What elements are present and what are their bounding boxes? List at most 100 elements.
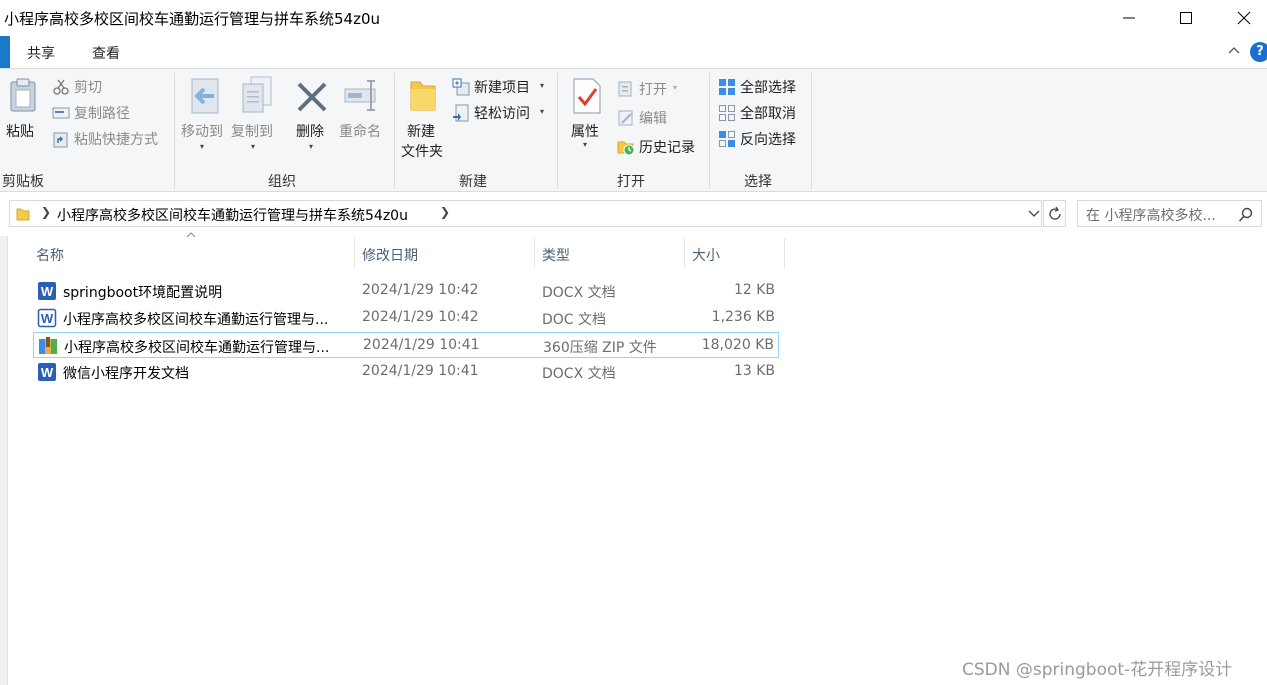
search-icon[interactable]	[1238, 207, 1254, 223]
group-divider	[174, 73, 175, 189]
clipboard-group-label: 剪贴板	[2, 174, 44, 190]
edit-icon	[618, 110, 633, 126]
paste-button[interactable]: 粘贴	[6, 121, 34, 141]
file-size: 1,236 KB	[711, 309, 775, 325]
breadcrumb-chevron-icon[interactable]: ❯	[440, 205, 450, 219]
select-all-label: 全部选择	[740, 80, 796, 96]
file-size: 13 KB	[733, 363, 775, 379]
chevron-down-icon[interactable]	[1028, 207, 1040, 219]
file-type: DOCX 文档	[542, 366, 616, 382]
file-type: DOCX 文档	[542, 285, 616, 301]
svg-text:W: W	[41, 284, 54, 299]
new-item-icon	[452, 78, 470, 96]
file-name: 小程序高校多校区间校车通勤运行管理与...	[63, 312, 329, 328]
select-all-icon	[719, 79, 735, 95]
paste-icon	[10, 78, 36, 112]
folder-icon	[16, 208, 30, 221]
file-row[interactable]: W 小程序高校多校区间校车通勤运行管理与... 2024/1/29 10:42 …	[33, 305, 779, 331]
group-divider	[709, 73, 710, 189]
refresh-icon	[1049, 206, 1061, 220]
file-date: 2024/1/29 10:42	[362, 282, 479, 298]
group-divider	[811, 73, 812, 189]
refresh-button[interactable]	[1043, 200, 1066, 227]
tab-view[interactable]: 查看	[92, 43, 120, 63]
file-date: 2024/1/29 10:41	[363, 337, 480, 353]
svg-text:W: W	[41, 365, 54, 380]
copy-path-label: 复制路径	[74, 106, 130, 122]
new-folder-icon	[410, 81, 436, 111]
copy-to-icon	[242, 76, 272, 113]
easy-access-icon	[453, 104, 469, 122]
history-icon	[617, 141, 635, 156]
new-group-label: 新建	[459, 174, 487, 190]
window-title: 小程序高校多校区间校车通勤运行管理与拼车系统54z0u	[4, 10, 381, 28]
svg-text:W: W	[41, 311, 54, 326]
breadcrumb-chevron-icon[interactable]: ❯	[41, 205, 51, 219]
select-group-label: 选择	[744, 174, 772, 190]
zip-archive-icon	[39, 337, 57, 354]
close-icon	[1237, 11, 1251, 25]
new-folder-button[interactable]: 新建	[407, 121, 435, 141]
rename-icon	[344, 80, 376, 111]
word-docx-icon: W	[38, 282, 56, 300]
new-folder-label-line2: 文件夹	[401, 144, 443, 160]
file-name: springboot环境配置说明	[63, 285, 223, 301]
sort-ascending-icon	[186, 232, 196, 238]
navigation-pane[interactable]	[0, 236, 8, 685]
maximize-icon	[1180, 12, 1192, 24]
file-date: 2024/1/29 10:41	[362, 363, 479, 379]
select-none-label: 全部取消	[740, 106, 796, 122]
group-divider	[557, 73, 558, 189]
rename-button[interactable]: 重命名	[339, 121, 381, 141]
minimize-icon	[1123, 17, 1135, 19]
paste-shortcut-icon	[53, 132, 68, 148]
column-divider[interactable]	[534, 238, 535, 268]
tab-share[interactable]: 共享	[27, 43, 55, 63]
title-bar: 小程序高校多校区间校车通勤运行管理与拼车系统54z0u	[0, 0, 1267, 36]
file-name: 小程序高校多校区间校车通勤运行管理与...	[64, 340, 330, 356]
open-label: 打开	[639, 82, 667, 98]
column-divider[interactable]	[784, 238, 785, 268]
group-divider	[394, 73, 395, 189]
file-type: DOC 文档	[542, 312, 607, 328]
ribbon-tabs: 共享 查看 ?	[0, 36, 1267, 68]
edit-label: 编辑	[639, 111, 667, 127]
file-row[interactable]: W 微信小程序开发文档 2024/1/29 10:41 DOCX 文档 13 K…	[33, 359, 779, 385]
scissors-icon	[53, 79, 69, 95]
maximize-button[interactable]	[1157, 0, 1217, 36]
close-button[interactable]	[1215, 0, 1267, 36]
search-input[interactable]: 在 小程序高校多校...	[1077, 200, 1262, 227]
file-size: 12 KB	[733, 282, 775, 298]
file-row[interactable]: 小程序高校多校区间校车通勤运行管理与... 2024/1/29 10:41 36…	[33, 332, 779, 358]
watermark: CSDN @springboot-花开程序设计	[962, 660, 1233, 680]
invert-selection-label: 反向选择	[740, 132, 796, 148]
column-divider[interactable]	[684, 238, 685, 268]
tab-file[interactable]	[0, 36, 10, 68]
file-name: 微信小程序开发文档	[63, 366, 189, 382]
minimize-button[interactable]	[1100, 0, 1160, 36]
file-type: 360压缩 ZIP 文件	[543, 340, 657, 356]
address-bar[interactable]: ❯ 小程序高校多校区间校车通勤运行管理与拼车系统54z0u ❯	[9, 200, 1042, 227]
paste-shortcut-label: 粘贴快捷方式	[74, 132, 158, 148]
easy-access-label: 轻松访问	[474, 106, 530, 122]
ribbon-collapse-icon[interactable]	[1228, 46, 1240, 54]
word-docx-icon: W	[38, 363, 56, 381]
invert-selection-icon	[719, 131, 735, 147]
word-doc-icon: W	[37, 308, 57, 328]
select-none-icon	[719, 105, 735, 121]
help-icon[interactable]: ?	[1250, 42, 1267, 62]
properties-icon	[573, 78, 601, 114]
ribbon: 粘贴 剪切 复制路径 粘贴快捷方式 剪贴板 移动到 ▾ 复制到 ▾ 删除 ▾ 重…	[0, 68, 1267, 192]
move-to-icon	[191, 78, 219, 114]
copy-path-icon	[52, 107, 70, 119]
file-date: 2024/1/29 10:42	[362, 309, 479, 325]
cut-label: 剪切	[74, 80, 102, 96]
column-divider[interactable]	[354, 238, 355, 268]
history-label: 历史记录	[639, 140, 695, 156]
file-row[interactable]: W springboot环境配置说明 2024/1/29 10:42 DOCX …	[33, 278, 779, 304]
open-icon	[618, 81, 632, 97]
breadcrumb-path[interactable]: 小程序高校多校区间校车通勤运行管理与拼车系统54z0u	[57, 205, 408, 225]
delete-icon	[297, 82, 327, 112]
new-item-label: 新建项目	[474, 80, 530, 96]
search-placeholder: 在 小程序高校多校...	[1086, 208, 1216, 224]
